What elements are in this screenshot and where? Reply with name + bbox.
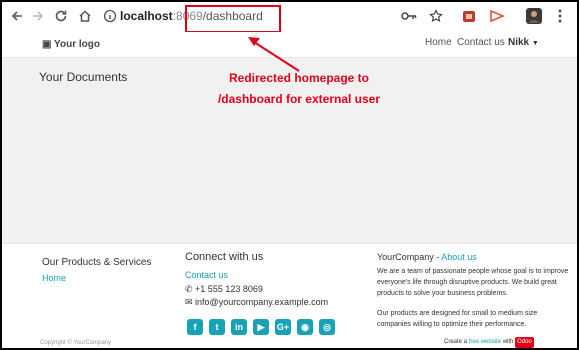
about-text-1: We are a team of passionate people whose… — [377, 268, 569, 297]
products-title: Our Products & Services — [42, 257, 152, 268]
company-heading: YourCompany - About us — [377, 252, 477, 262]
facebook-icon[interactable]: f — [187, 319, 203, 335]
phone-icon: ✆ — [185, 284, 196, 294]
create-prefix: Create a — [444, 339, 468, 345]
create-website-line: Create a free website with Odoo — [444, 337, 534, 348]
about-text-2: Our products are designed for small to m… — [377, 310, 538, 328]
twitter-icon[interactable]: t — [209, 319, 225, 335]
envelope-icon: ✉ — [185, 297, 196, 307]
browser-window: localhost:8069/dashboard ▣ Your logo Hom… — [2, 2, 577, 348]
odoo-badge[interactable]: Odoo — [515, 337, 534, 348]
linkedin-icon[interactable]: in — [231, 319, 247, 335]
copyright: Copyright © YourCompany — [40, 340, 112, 346]
footer-home-link[interactable]: Home — [42, 273, 66, 283]
youtube-icon[interactable]: ▶ — [253, 319, 269, 335]
email-row: ✉ info@yourcompany.example.com — [185, 297, 328, 308]
instagram-icon[interactable]: ◎ — [319, 319, 335, 335]
company-name: YourCompany — [377, 252, 434, 262]
connect-title: Connect with us — [185, 251, 264, 263]
social-links: f t in ▶ G+ ◉ ◎ — [187, 319, 335, 335]
free-website-link[interactable]: free website — [469, 339, 501, 345]
footer-contact-link[interactable]: Contact us — [185, 270, 228, 280]
google-plus-icon[interactable]: G+ — [275, 319, 291, 335]
phone-row: ✆ +1 555 123 8069 — [185, 284, 263, 295]
about-us-link[interactable]: About us — [441, 252, 477, 262]
create-with: with — [502, 339, 514, 345]
github-icon[interactable]: ◉ — [297, 319, 313, 335]
phone-number: +1 555 123 8069 — [195, 284, 263, 294]
site-footer: Our Products & Services Home Connect wit… — [2, 243, 577, 348]
email-address: info@yourcompany.example.com — [195, 297, 329, 307]
